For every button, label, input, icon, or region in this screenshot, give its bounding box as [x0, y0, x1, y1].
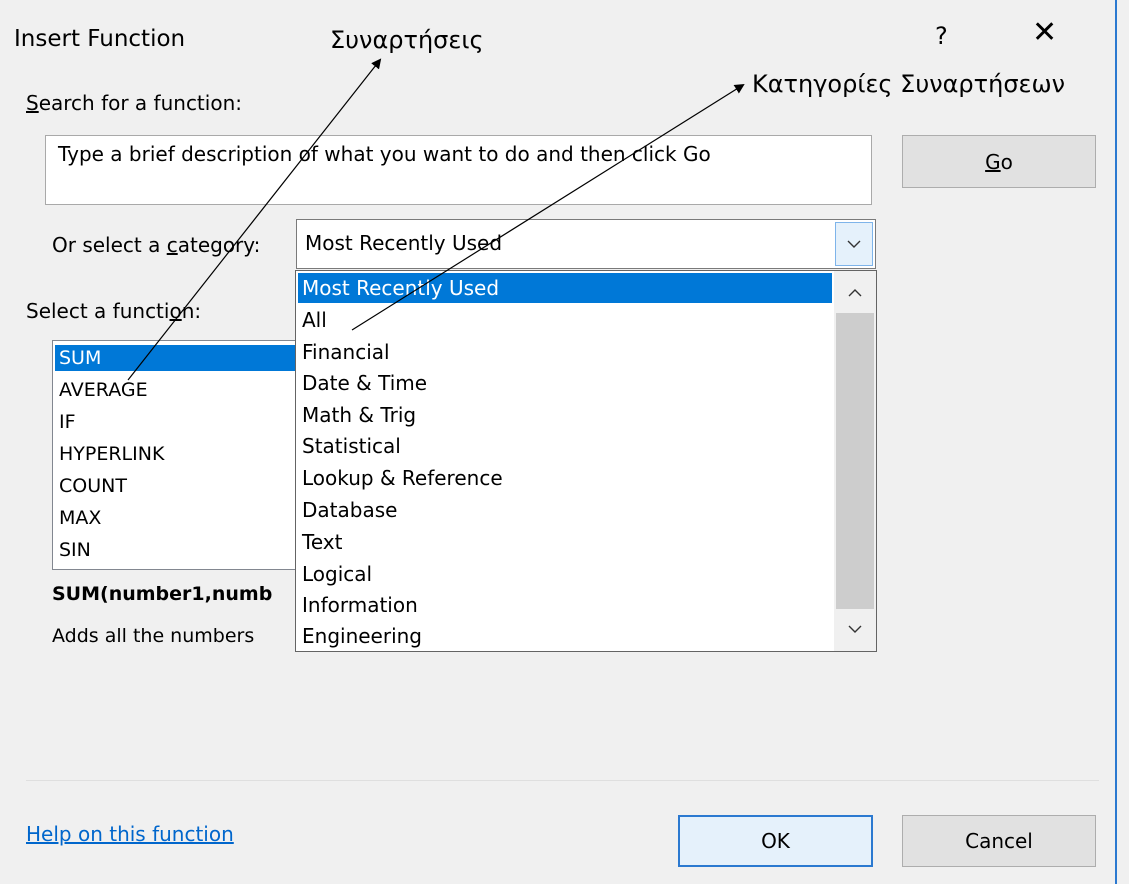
search-label: Search for a function: — [26, 91, 242, 115]
annotation-categories: Κατηγορίες Συναρτήσεων — [752, 70, 1066, 98]
category-dropdown-list[interactable]: Most Recently Used All Financial Date & … — [295, 270, 877, 652]
search-input[interactable]: Type a brief description of what you wan… — [45, 135, 872, 205]
category-label: Or select a category: — [52, 233, 261, 257]
dialog-border — [1115, 0, 1117, 884]
category-select[interactable]: Most Recently Used — [296, 219, 876, 269]
list-item[interactable]: COUNT — [57, 473, 127, 499]
search-input-text: Type a brief description of what you wan… — [58, 142, 711, 166]
go-button[interactable]: Go — [902, 135, 1096, 188]
list-item[interactable]: MAX — [57, 505, 101, 531]
dropdown-item[interactable]: Engineering — [302, 621, 422, 651]
category-selected-value: Most Recently Used — [305, 231, 503, 255]
dropdown-item[interactable]: Date & Time — [302, 368, 427, 398]
dropdown-item[interactable]: Database — [302, 495, 397, 525]
dropdown-item[interactable]: Logical — [302, 559, 372, 589]
chevron-down-icon[interactable] — [847, 621, 863, 637]
list-item[interactable]: HYPERLINK — [57, 441, 164, 467]
help-button[interactable]: ? — [935, 22, 948, 50]
help-link[interactable]: Help on this function — [26, 822, 234, 846]
dropdown-item[interactable]: Financial — [302, 337, 390, 367]
list-item[interactable]: SIN — [57, 537, 91, 563]
close-icon[interactable]: ✕ — [1032, 18, 1057, 48]
dropdown-item[interactable]: Text — [302, 527, 342, 557]
dropdown-item[interactable]: Most Recently Used — [298, 273, 832, 303]
dropdown-item[interactable]: Statistical — [302, 431, 401, 461]
dropdown-item[interactable]: Information — [302, 590, 418, 620]
dialog-title: Insert Function — [14, 26, 186, 52]
ok-button[interactable]: OK — [678, 815, 873, 867]
function-label: Select a function: — [26, 299, 202, 323]
list-item[interactable]: AVERAGE — [57, 377, 148, 403]
scrollbar-thumb[interactable] — [836, 313, 874, 609]
list-item[interactable]: IF — [57, 409, 76, 435]
chevron-down-icon[interactable] — [835, 222, 873, 266]
dropdown-item[interactable]: All — [302, 305, 327, 335]
dropdown-item[interactable]: Math & Trig — [302, 400, 416, 430]
annotation-functions: Συναρτήσεις — [330, 26, 484, 54]
function-signature: SUM(number1,numb — [52, 583, 273, 605]
chevron-up-icon[interactable] — [847, 285, 863, 301]
function-description: Adds all the numbers — [52, 625, 255, 647]
dropdown-scrollbar[interactable] — [834, 271, 876, 651]
cancel-button[interactable]: Cancel — [902, 815, 1096, 867]
dropdown-item[interactable]: Lookup & Reference — [302, 463, 503, 493]
footer-divider — [26, 780, 1099, 781]
